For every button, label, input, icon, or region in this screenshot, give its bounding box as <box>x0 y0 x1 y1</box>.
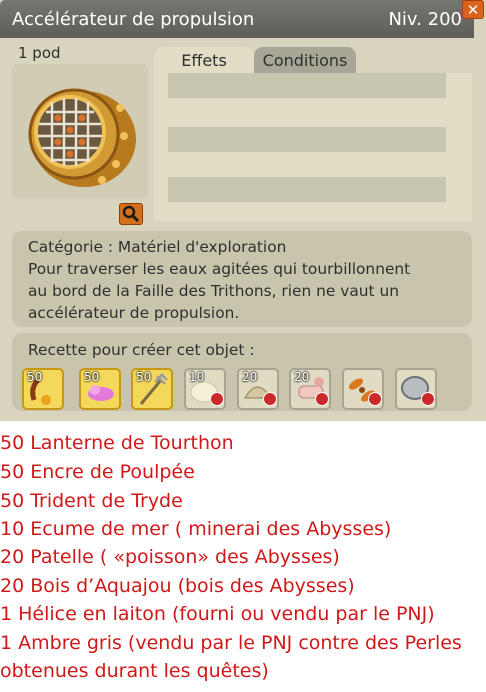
description-line: Pour traverser les eaux agitées qui tour… <box>28 260 411 278</box>
tab-conditions[interactable]: Conditions <box>254 47 356 73</box>
effect-row <box>168 177 446 202</box>
close-icon[interactable]: ✕ <box>462 0 484 19</box>
item-tooltip-panel: Accélérateur de propulsion Niv. 200 ✕ 1 … <box>0 0 486 421</box>
item-image-frame <box>12 64 148 198</box>
note-line: 1 Hélice en laiton (fourni ou vendu par … <box>0 603 435 625</box>
ingredient-slot[interactable] <box>342 368 384 410</box>
description-line: au bord de la Faille des Trithons, rien … <box>28 282 399 300</box>
description-box: Catégorie : Matériel d'exploration Pour … <box>12 231 472 327</box>
item-level: Niv. 200 <box>388 9 462 30</box>
note-line: 50 Lanterne de Tourthon <box>0 432 234 454</box>
ingredient-quantity: 50 <box>136 370 152 384</box>
ingredient-slot[interactable]: 10 <box>184 368 226 410</box>
ingredient-quantity: 20 <box>294 370 310 384</box>
item-weight: 1 pod <box>18 44 61 62</box>
recipe-title: Recette pour créer cet objet : <box>28 341 255 359</box>
note-line: 10 Ecume de mer ( minerai des Abysses) <box>0 518 392 540</box>
title-bar: Accélérateur de propulsion Niv. 200 <box>0 0 474 38</box>
description-line: accélérateur de propulsion. <box>28 304 240 322</box>
note-line: obtenues durant les quêtes) <box>0 660 269 682</box>
ingredient-slot[interactable] <box>395 368 437 410</box>
ingredient-slot[interactable]: 20 <box>289 368 331 410</box>
missing-icon <box>315 392 329 406</box>
effect-row <box>168 127 446 152</box>
magnify-icon[interactable] <box>119 203 143 225</box>
ingredient-quantity: 10 <box>189 370 205 384</box>
effects-list <box>154 73 472 221</box>
missing-icon <box>263 392 277 406</box>
note-line: 1 Ambre gris (vendu par le PNJ contre de… <box>0 632 462 654</box>
effect-row <box>168 73 446 98</box>
missing-icon <box>368 392 382 406</box>
note-line: 50 Encre de Poulpée <box>0 461 195 483</box>
note-line: 20 Patelle ( «poisson» des Abysses) <box>0 546 340 568</box>
ingredient-slot[interactable]: 50 <box>79 368 121 410</box>
ingredient-slot[interactable]: 50 <box>131 368 173 410</box>
ingredient-quantity: 50 <box>84 370 100 384</box>
tab-effets[interactable]: Effets <box>154 47 254 73</box>
missing-icon <box>210 392 224 406</box>
ingredient-quantity: 50 <box>27 370 43 384</box>
note-line: 20 Bois d’Aquajou (bois des Abysses) <box>0 575 355 597</box>
category-line: Catégorie : Matériel d'exploration <box>28 238 287 256</box>
note-line: 50 Trident de Tryde <box>0 490 183 512</box>
propulsion-accelerator-icon <box>28 88 136 187</box>
missing-icon <box>421 392 435 406</box>
item-title: Accélérateur de propulsion <box>12 9 255 30</box>
ingredient-quantity: 20 <box>242 370 258 384</box>
ingredient-slot[interactable]: 50 <box>22 368 64 410</box>
ingredient-slot[interactable]: 20 <box>237 368 279 410</box>
